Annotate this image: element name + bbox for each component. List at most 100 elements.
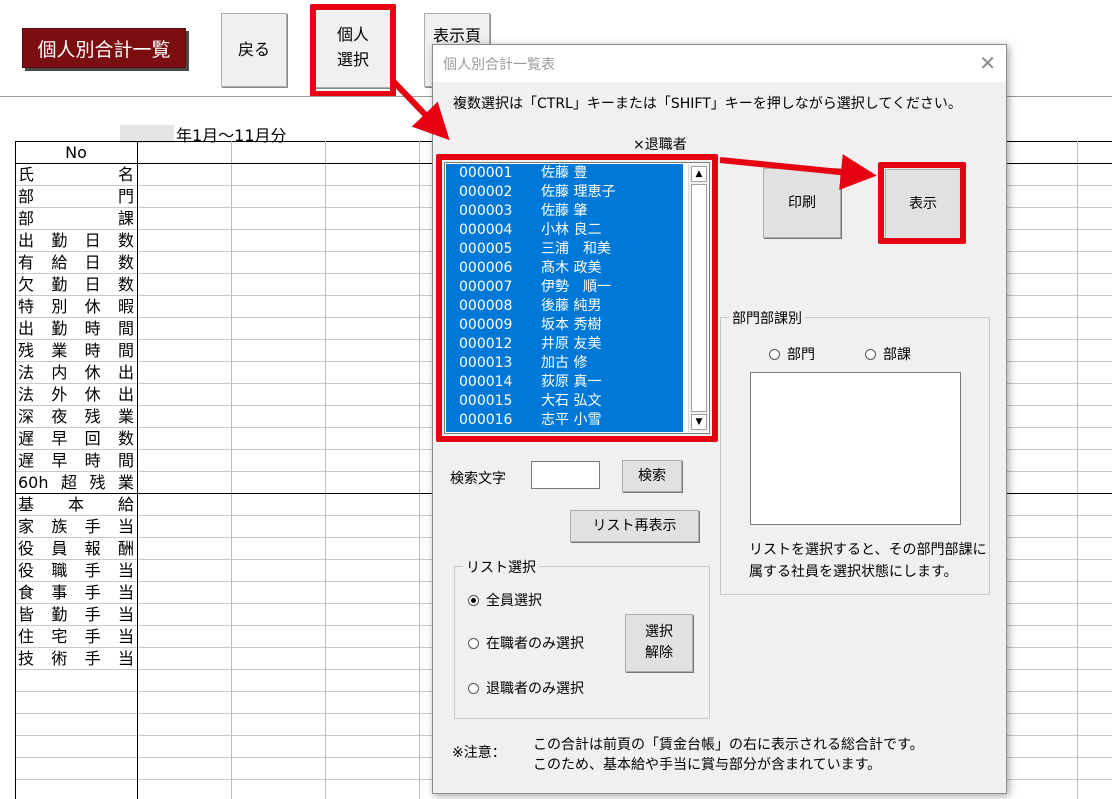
row-label: 法外休出 [16, 384, 137, 406]
row-label: 特別休暇 [16, 296, 137, 318]
row-label: 出勤日数 [16, 230, 137, 252]
row-label-char: 欠 [18, 275, 35, 294]
row-label-char: 本 [67, 495, 84, 514]
row-label-char: 役 [18, 561, 35, 580]
row-labels: No 氏名部門部課出勤日数有給日数欠勤日数特別休暇出勤時間残業時間法内休出法外休出… [16, 142, 137, 670]
row-label-char: 休 [84, 385, 101, 404]
dept-note: リストを選択すると、その部門部課に 属する社員を選択状態にします。 [749, 540, 986, 583]
row-label-char: 出 [117, 385, 134, 404]
row-label-char: 間 [117, 341, 134, 360]
row-label-char: 手 [84, 627, 101, 646]
row-label-char: 出 [18, 231, 35, 250]
search-button[interactable]: 検索 [622, 460, 682, 492]
notice-line2: このため、基本給や手当に賞与部分が含まれています。 [533, 757, 882, 774]
row-label: 部課 [16, 208, 137, 230]
row-label-char: 遅 [18, 429, 35, 448]
row-label-char: 宅 [51, 627, 68, 646]
deselect-label: 選択 解除 [645, 622, 673, 664]
row-label-char: 当 [117, 517, 134, 536]
row-label-char: 数 [117, 253, 134, 272]
row-label-char: 深 [18, 407, 35, 426]
row-label-char: 数 [117, 231, 134, 250]
relist-button[interactable]: リスト再表示 [570, 510, 699, 542]
dept-listbox[interactable] [750, 372, 961, 525]
row-label-char: 部 [18, 209, 35, 228]
row-label-char: 当 [117, 649, 134, 668]
highlight-show-button [878, 162, 966, 244]
search-input[interactable] [531, 461, 600, 489]
row-label-char: 法 [18, 385, 35, 404]
row-label-char: 手 [84, 583, 101, 602]
row-label-char: 特 [18, 297, 35, 316]
dept-note-line1: リストを選択すると、その部門部課に [749, 542, 987, 558]
row-label-char: 基 [18, 495, 35, 514]
row-label-char: 勤 [51, 605, 68, 624]
row-label-char: 役 [18, 539, 35, 558]
row-label: 有給日数 [16, 252, 137, 274]
radio-dept-label: 部門 [787, 347, 815, 363]
row-label-char: 食 [18, 583, 35, 602]
row-label-char: 術 [51, 649, 68, 668]
grid-col-line [137, 141, 138, 799]
row-label-char: 残 [18, 341, 35, 360]
row-label-char: 休 [84, 363, 101, 382]
dept-legend: 部門部課別 [729, 308, 805, 328]
radio-section[interactable]: 部課 [865, 344, 911, 364]
row-label: 欠勤日数 [16, 274, 137, 296]
row-label-char: 数 [117, 429, 134, 448]
radio-section-label: 部課 [883, 347, 911, 363]
row-label-char: 暇 [117, 297, 134, 316]
list-select-legend: リスト選択 [463, 557, 539, 577]
row-label-char: 氏 [18, 165, 35, 184]
grid-col-line [325, 141, 326, 799]
radio-dept[interactable]: 部門 [769, 344, 815, 364]
row-label-char: 当 [117, 561, 134, 580]
deselect-line1: 選択 [645, 624, 673, 640]
radio-retired-dot[interactable] [468, 682, 479, 694]
dialog-titlebar: 個人別合計一覧表 ✕ [433, 45, 1006, 82]
row-label-char: 早 [51, 451, 68, 470]
row-label: 家族手当 [16, 516, 137, 538]
radio-all[interactable]: 全員選択 [468, 590, 542, 610]
dialog-title: 個人別合計一覧表 [443, 57, 555, 73]
radio-section-dot[interactable] [865, 348, 876, 360]
row-label-char: 日 [84, 253, 101, 272]
radio-all-dot[interactable] [468, 594, 479, 606]
row-label: 60h 超残業 [16, 472, 137, 494]
row-label-char: 早 [51, 429, 68, 448]
radio-dept-dot[interactable] [769, 348, 780, 360]
row-label: 法内休出 [16, 362, 137, 384]
radio-active-dot[interactable] [468, 637, 479, 649]
row-label-char: 給 [51, 253, 68, 272]
row-label-char: 事 [51, 583, 68, 602]
row-label-char: 日 [84, 231, 101, 250]
row-label: 食事手当 [16, 582, 137, 604]
row-label: 役員報酬 [16, 538, 137, 560]
deselect-button[interactable]: 選択 解除 [625, 614, 693, 672]
back-button[interactable]: 戻る [221, 13, 287, 87]
row-label-char: 給 [117, 495, 134, 514]
row-label-char: 員 [51, 539, 68, 558]
radio-active[interactable]: 在職者のみ選択 [468, 633, 584, 653]
radio-retired[interactable]: 退職者のみ選択 [468, 678, 584, 698]
row-label-char: 出 [117, 363, 134, 382]
row-label-char: 時 [84, 451, 101, 470]
dept-note-line2: 属する社員を選択状態にします。 [749, 563, 958, 580]
row-label: 部門 [16, 186, 137, 208]
row-label: No [65, 143, 87, 162]
row-label-char: 間 [117, 451, 134, 470]
retired-label: ×退職者 [633, 137, 687, 153]
row-label: 出勤時間 [16, 318, 137, 340]
print-button[interactable]: 印刷 [763, 168, 841, 238]
row-label-char: 勤 [51, 319, 68, 338]
deselect-line2: 解除 [645, 645, 673, 661]
close-icon[interactable]: ✕ [979, 51, 996, 75]
individual-summary-dialog: 個人別合計一覧表 ✕ 複数選択は「CTRL」キーまたは「SHIFT」キーを押しな… [432, 44, 1007, 794]
row-label-char: 業 [117, 407, 134, 426]
row-label-char: 間 [117, 319, 134, 338]
row-label-char: 勤 [51, 231, 68, 250]
row-label-char: 数 [117, 275, 134, 294]
grid-col-line [419, 141, 420, 799]
row-label: 遅早時間 [16, 450, 137, 472]
row-label-char: 家 [18, 517, 35, 536]
